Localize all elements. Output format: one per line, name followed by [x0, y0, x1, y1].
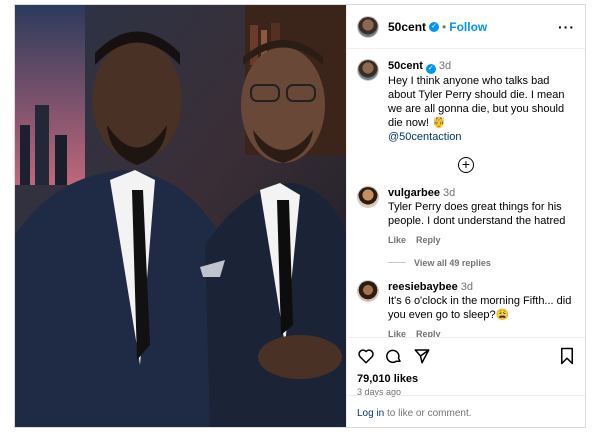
caption-avatar[interactable] — [357, 59, 379, 81]
comment-icon[interactable] — [385, 347, 403, 365]
login-link[interactable]: Log in — [357, 408, 384, 419]
post-header: 50cent ✓ • Follow ··· — [347, 5, 585, 49]
comment: vulgarbee 3d Tyler Perry does great thing… — [357, 186, 575, 247]
author-avatar[interactable] — [357, 15, 379, 38]
reply-button[interactable]: Reply — [416, 329, 441, 337]
post-frame: 50cent ✓ • Follow ··· 50cent ✓ 3d Hey I th… — [14, 4, 586, 428]
caption-time[interactable]: 3d — [439, 60, 451, 72]
comment-avatar[interactable] — [357, 186, 379, 208]
separator-dot: • — [442, 19, 447, 34]
caption: 50cent ✓ 3d Hey I think anyone who talks b… — [357, 59, 575, 144]
login-prompt: Log in to like or comment. — [347, 395, 585, 427]
author-username[interactable]: 50cent — [388, 20, 426, 34]
reply-button[interactable]: Reply — [416, 235, 441, 245]
caption-username[interactable]: 50cent — [388, 60, 423, 72]
comment-time[interactable]: 3d — [461, 281, 473, 293]
comment-text: Tyler Perry does great things for his pe… — [388, 201, 566, 227]
comment-time[interactable]: 3d — [443, 187, 455, 199]
comment-avatar[interactable] — [357, 280, 379, 302]
load-more-comments[interactable]: + — [357, 156, 575, 174]
plus-circle-icon[interactable]: + — [458, 157, 474, 173]
post-sidebar: 50cent ✓ • Follow ··· 50cent ✓ 3d Hey I th… — [346, 5, 585, 427]
like-count[interactable]: 79,010 likes — [357, 373, 575, 385]
comment-username[interactable]: reesiebaybee — [388, 281, 458, 293]
like-comment-button[interactable]: Like — [388, 329, 406, 337]
post-actions: 79,010 likes 3 days ago — [347, 337, 585, 397]
view-replies-button[interactable]: View all 49 replies — [388, 258, 575, 268]
view-replies-label[interactable]: View all 49 replies — [414, 258, 491, 268]
follow-button[interactable]: Follow — [449, 20, 487, 34]
verified-badge-icon: ✓ — [429, 21, 440, 32]
like-comment-button[interactable]: Like — [388, 235, 406, 245]
comment-username[interactable]: vulgarbee — [388, 187, 440, 199]
comment-text: It's 6 o'clock in the morning Fifth... d… — [388, 295, 572, 321]
caption-text: Hey I think anyone who talks bad about T… — [388, 75, 565, 129]
comment: reesiebaybee 3d It's 6 o'clock in the mor… — [357, 280, 575, 337]
share-icon[interactable] — [413, 347, 431, 365]
verified-badge-icon: ✓ — [425, 64, 436, 74]
login-prompt-text: to like or comment. — [384, 408, 472, 419]
heart-icon[interactable] — [357, 347, 375, 365]
caption-mention[interactable]: @50centaction — [388, 130, 575, 144]
post-image[interactable] — [15, 5, 346, 427]
more-options-icon[interactable]: ··· — [558, 19, 575, 35]
comments-section: 50cent ✓ 3d Hey I think anyone who talks b… — [347, 50, 585, 337]
bookmark-icon[interactable] — [559, 347, 575, 365]
